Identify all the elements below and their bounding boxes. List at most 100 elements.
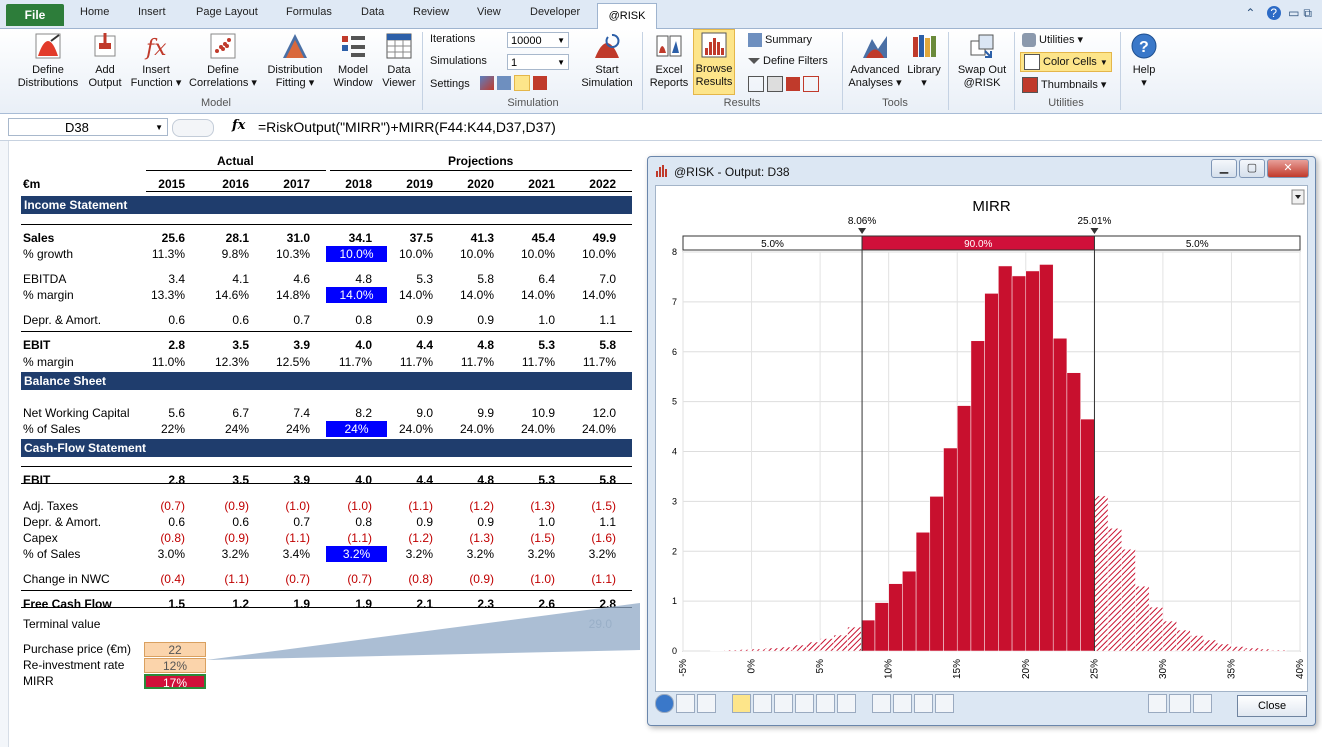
- table-cell[interactable]: 4.0: [322, 473, 372, 487]
- thumbnail-icon[interactable]: [1169, 694, 1192, 713]
- table-cell[interactable]: (1.0): [260, 499, 310, 513]
- table-cell[interactable]: 4.8: [322, 272, 372, 286]
- table-cell[interactable]: 3.2%: [505, 547, 555, 561]
- excel-reports-button[interactable]: Excel Reports: [646, 31, 692, 90]
- table-cell[interactable]: 11.0%: [135, 355, 185, 369]
- table-cell[interactable]: (1.5): [505, 531, 555, 545]
- define-filters-button[interactable]: Define Filters: [748, 55, 828, 67]
- next-icon[interactable]: [1193, 694, 1213, 713]
- table-cell[interactable]: 4.0: [322, 338, 372, 352]
- table-cell[interactable]: 10.0%: [505, 247, 555, 261]
- percent-icon[interactable]: [803, 76, 819, 92]
- table-cell[interactable]: 2.8: [135, 338, 185, 352]
- minimize-ribbon-icon[interactable]: ⌃: [1245, 6, 1259, 20]
- overlay-icon[interactable]: [837, 694, 857, 713]
- purchase-price-cell[interactable]: 22: [144, 642, 206, 657]
- table-cell[interactable]: 14.0%: [444, 288, 494, 302]
- table-cell[interactable]: 0.9: [444, 313, 494, 327]
- filter-icon[interactable]: [872, 694, 892, 713]
- table-cell[interactable]: (0.9): [199, 531, 249, 545]
- table-cell[interactable]: 2.8: [135, 473, 185, 487]
- table-cell[interactable]: (1.3): [444, 531, 494, 545]
- table-cell[interactable]: 24.0%: [383, 422, 433, 436]
- table-cell[interactable]: 1.9: [322, 597, 372, 611]
- demo-mode-icon[interactable]: [514, 75, 530, 91]
- table-cell[interactable]: 24.0%: [505, 422, 555, 436]
- table-cell[interactable]: 10.0%: [566, 247, 616, 261]
- table-cell[interactable]: (0.9): [199, 499, 249, 513]
- table-cell[interactable]: 1.9: [260, 597, 310, 611]
- simulations-combo[interactable]: 1 ▼: [507, 54, 569, 70]
- zoom-out-icon[interactable]: [935, 694, 955, 713]
- table-cell[interactable]: 3.2%: [383, 547, 433, 561]
- table-cell[interactable]: 9.0: [383, 406, 433, 420]
- table-cell[interactable]: 3.2%: [444, 547, 494, 561]
- tornado-icon[interactable]: [753, 694, 773, 713]
- utilities-button[interactable]: Utilities ▾: [1022, 33, 1083, 48]
- table-cell[interactable]: 3.5: [199, 338, 249, 352]
- table-cell[interactable]: 10.3%: [260, 247, 310, 261]
- table-cell[interactable]: 10.0%: [383, 247, 433, 261]
- table-cell[interactable]: 3.4: [135, 272, 185, 286]
- table-cell[interactable]: (0.7): [260, 572, 310, 586]
- start-simulation-button[interactable]: Start Simulation: [578, 31, 636, 90]
- table-cell[interactable]: 14.0%: [383, 288, 433, 302]
- table-cell[interactable]: (1.2): [444, 499, 494, 513]
- table-cell[interactable]: (0.8): [135, 531, 185, 545]
- table-cell[interactable]: (1.1): [383, 499, 433, 513]
- table-cell[interactable]: 41.3: [444, 231, 494, 245]
- model-window-button[interactable]: Model Window: [330, 31, 376, 90]
- table-cell[interactable]: 12.3%: [199, 355, 249, 369]
- insert-function-button[interactable]: fx Insert Function ▾: [126, 31, 186, 90]
- table-cell[interactable]: 5.3: [505, 338, 555, 352]
- table-cell[interactable]: 0.6: [135, 313, 185, 327]
- table-cell[interactable]: (1.0): [505, 572, 555, 586]
- tab-page-layout[interactable]: Page Layout: [196, 6, 258, 18]
- table-cell[interactable]: 24%: [326, 421, 387, 437]
- grid-icon[interactable]: [748, 76, 764, 92]
- tab-formulas[interactable]: Formulas: [286, 6, 332, 18]
- table-cell[interactable]: 5.6: [135, 406, 185, 420]
- table-cell[interactable]: 45.4: [505, 231, 555, 245]
- table-cell[interactable]: 4.8: [444, 338, 494, 352]
- table-cell[interactable]: 11.7%: [383, 355, 433, 369]
- table-cell[interactable]: 34.1: [322, 231, 372, 245]
- table-cell[interactable]: 7.4: [260, 406, 310, 420]
- restore-icon[interactable]: ⧉: [1303, 6, 1316, 20]
- table-cell[interactable]: (1.1): [566, 572, 616, 586]
- table-cell[interactable]: 1.1: [566, 313, 616, 327]
- maximize-button[interactable]: ▢: [1239, 159, 1265, 178]
- table-cell[interactable]: 9.9: [444, 406, 494, 420]
- table-cell[interactable]: 0.7: [260, 313, 310, 327]
- reinvestment-cell[interactable]: 12%: [144, 658, 206, 673]
- graph-type-icon[interactable]: [676, 694, 695, 713]
- table-cell[interactable]: 11.7%: [322, 355, 372, 369]
- table-cell[interactable]: 24.0%: [444, 422, 494, 436]
- table-cell[interactable]: 0.8: [322, 515, 372, 529]
- tab-file[interactable]: File: [6, 4, 64, 26]
- table-cell[interactable]: 6.7: [199, 406, 249, 420]
- table-cell[interactable]: (1.2): [383, 531, 433, 545]
- table-cell[interactable]: 4.6: [260, 272, 310, 286]
- library-button[interactable]: Library ▾: [904, 31, 944, 90]
- table-cell[interactable]: 4.4: [383, 338, 433, 352]
- table-cell[interactable]: 4.1: [199, 272, 249, 286]
- table-cell[interactable]: 1.2: [199, 597, 249, 611]
- table-cell[interactable]: (1.1): [199, 572, 249, 586]
- table-cell[interactable]: 0.8: [322, 313, 372, 327]
- table-cell[interactable]: 2.1: [383, 597, 433, 611]
- table-cell[interactable]: 10.9: [505, 406, 555, 420]
- table-cell[interactable]: (0.4): [135, 572, 185, 586]
- table-cell[interactable]: (0.7): [135, 499, 185, 513]
- table-cell[interactable]: (1.1): [322, 531, 372, 545]
- table-cell[interactable]: 3.9: [260, 473, 310, 487]
- table-cell[interactable]: 5.8: [444, 272, 494, 286]
- table-cell[interactable]: (0.7): [322, 572, 372, 586]
- help-icon[interactable]: [655, 694, 674, 713]
- close-button[interactable]: Close: [1237, 695, 1307, 717]
- tab-developer[interactable]: Developer: [530, 6, 580, 18]
- help-button[interactable]: ? Help ▾: [1124, 31, 1164, 90]
- table-cell[interactable]: 3.9: [260, 338, 310, 352]
- table-cell[interactable]: 3.2%: [566, 547, 616, 561]
- table-cell[interactable]: 0.7: [260, 515, 310, 529]
